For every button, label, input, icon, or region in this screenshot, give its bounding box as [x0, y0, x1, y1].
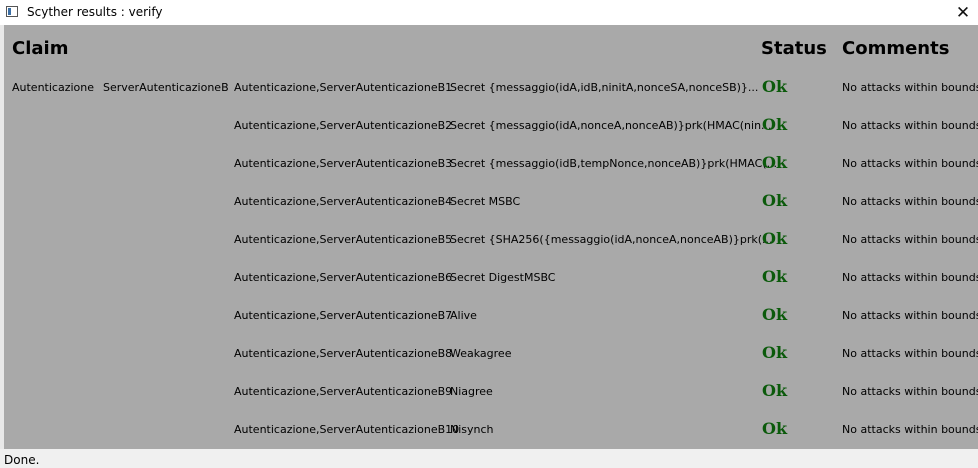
- close-button[interactable]: ✕: [948, 0, 978, 25]
- claim-comment: No attacks within bounds.: [842, 309, 978, 322]
- claim-comment: No attacks within bounds.: [842, 347, 978, 360]
- claim-id: Autenticazione,ServerAutenticazioneB9: [234, 385, 453, 398]
- status-header: Status: [761, 38, 827, 59]
- status-ok: Ok: [762, 191, 788, 210]
- app-window-icon: [6, 6, 18, 17]
- claim-header: Claim: [12, 38, 69, 59]
- claim-description: Weakagree: [450, 347, 512, 360]
- claim-id: Autenticazione,ServerAutenticazioneB7: [234, 309, 453, 322]
- status-ok: Ok: [762, 229, 788, 248]
- claim-comment: No attacks within bounds.: [842, 271, 978, 284]
- claim-id: Autenticazione,ServerAutenticazioneB10: [234, 423, 460, 436]
- claim-comment: No attacks within bounds.: [842, 119, 978, 132]
- claim-comment: No attacks within bounds.: [842, 195, 978, 208]
- claim-comment: No attacks within bounds.: [842, 423, 978, 436]
- claim-id: Autenticazione,ServerAutenticazioneB5: [234, 233, 453, 246]
- claim-comment: No attacks within bounds.: [842, 233, 978, 246]
- claim-id: Autenticazione,ServerAutenticazioneB4: [234, 195, 453, 208]
- claim-description: Alive: [450, 309, 477, 322]
- title-bar: Scyther results : verify ✕: [0, 0, 978, 25]
- results-panel: Claim Status Comments Autenticazione Ser…: [4, 25, 978, 449]
- status-ok: Ok: [762, 77, 788, 96]
- status-ok: Ok: [762, 343, 788, 362]
- claim-description: Secret {messaggio(idA,nonceA,nonceAB)}pr…: [450, 119, 772, 132]
- claim-id: Autenticazione,ServerAutenticazioneB3: [234, 157, 453, 170]
- status-ok: Ok: [762, 381, 788, 400]
- status-bar: Done.: [0, 449, 978, 468]
- claim-id: Autenticazione,ServerAutenticazioneB8: [234, 347, 453, 360]
- status-ok: Ok: [762, 267, 788, 286]
- claim-comment: No attacks within bounds.: [842, 81, 978, 94]
- claim-id: Autenticazione,ServerAutenticazioneB6: [234, 271, 453, 284]
- comments-header: Comments: [842, 38, 950, 59]
- claim-description: Nisynch: [450, 423, 494, 436]
- role-name: ServerAutenticazioneB: [103, 81, 229, 94]
- claim-description: Secret DigestMSBC: [450, 271, 556, 284]
- claim-description: Niagree: [450, 385, 493, 398]
- claim-id: Autenticazione,ServerAutenticazioneB1: [234, 81, 453, 94]
- claim-description: Secret {messaggio(idA,idB,ninitA,nonceSA…: [450, 81, 759, 94]
- protocol-name: Autenticazione: [12, 81, 95, 94]
- close-icon: ✕: [955, 2, 971, 23]
- status-text: Done.: [4, 453, 40, 467]
- status-ok: Ok: [762, 115, 788, 134]
- claim-description: Secret {messaggio(idB,tempNonce,nonceAB)…: [450, 157, 778, 170]
- status-ok: Ok: [762, 419, 788, 438]
- claim-description: Secret {SHA256({messaggio(idA,nonceA,non…: [450, 233, 773, 246]
- status-ok: Ok: [762, 153, 788, 172]
- claim-comment: No attacks within bounds.: [842, 385, 978, 398]
- window-title: Scyther results : verify: [27, 5, 163, 19]
- status-ok: Ok: [762, 305, 788, 324]
- claim-description: Secret MSBC: [450, 195, 521, 208]
- claim-id: Autenticazione,ServerAutenticazioneB2: [234, 119, 453, 132]
- claim-comment: No attacks within bounds.: [842, 157, 978, 170]
